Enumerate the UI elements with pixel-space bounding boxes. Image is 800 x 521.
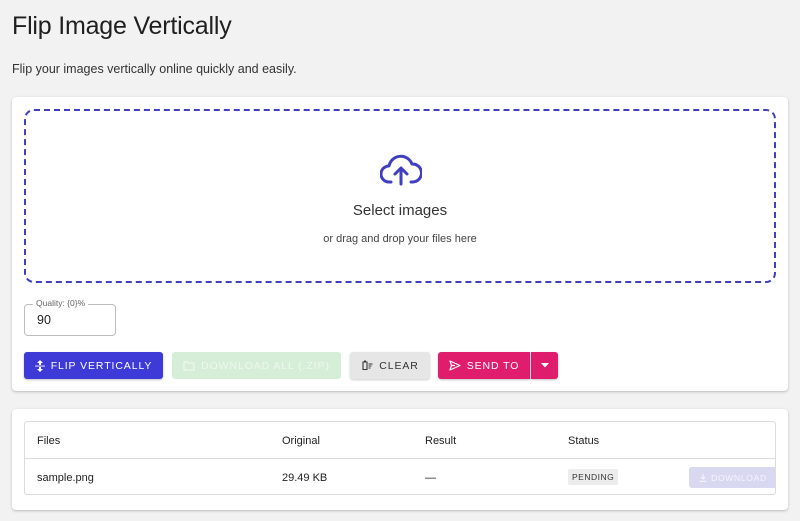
download-button[interactable]: Download bbox=[689, 467, 775, 488]
upload-card: Select images or drag and drop your file… bbox=[12, 97, 788, 391]
page-subtitle: Flip your images vertically online quick… bbox=[12, 62, 297, 76]
image-dropzone[interactable]: Select images or drag and drop your file… bbox=[24, 109, 776, 283]
download-label: Download bbox=[711, 472, 767, 483]
dropzone-title: Select images bbox=[352, 202, 448, 219]
table-header: Files Original Result Status bbox=[25, 422, 775, 459]
clear-label: Clear bbox=[379, 359, 419, 372]
dropzone-subtitle: or drag and drop your files here bbox=[323, 233, 477, 245]
quality-field: Quality: {0}% bbox=[24, 298, 116, 336]
download-all-label: Download All (.zip) bbox=[201, 359, 330, 372]
cloud-upload-icon bbox=[380, 154, 422, 186]
column-header-original: Original bbox=[282, 435, 320, 447]
clear-button[interactable]: Clear bbox=[350, 352, 430, 379]
files-table: Files Original Result Status sample.png … bbox=[24, 421, 776, 495]
file-name: sample.png bbox=[37, 472, 94, 484]
original-size: 29.49 KB bbox=[282, 472, 328, 484]
caret-down-icon bbox=[540, 363, 549, 368]
column-header-status: Status bbox=[568, 435, 600, 447]
page-title: Flip Image Vertically bbox=[12, 12, 232, 40]
column-header-result: Result bbox=[425, 435, 457, 447]
result-size: — bbox=[425, 472, 436, 484]
folder-zip-icon bbox=[183, 360, 195, 371]
delete-sweep-icon bbox=[362, 360, 373, 371]
flip-vertically-label: Flip Vertically bbox=[50, 359, 153, 372]
send-to-button[interactable]: Send To bbox=[438, 352, 530, 379]
send-icon bbox=[449, 360, 461, 371]
download-all-button[interactable]: Download All (.zip) bbox=[172, 352, 341, 379]
send-to-label: Send To bbox=[466, 359, 520, 372]
flip-vertically-button[interactable]: Flip Vertically bbox=[24, 352, 163, 379]
column-header-files: Files bbox=[37, 435, 61, 447]
status-badge: PENDING bbox=[568, 469, 619, 485]
quality-input[interactable] bbox=[26, 306, 114, 334]
send-to-menu-button[interactable] bbox=[531, 352, 558, 379]
flip-vertical-icon bbox=[34, 359, 45, 372]
files-card: Files Original Result Status sample.png … bbox=[12, 409, 788, 510]
download-icon bbox=[699, 473, 707, 482]
